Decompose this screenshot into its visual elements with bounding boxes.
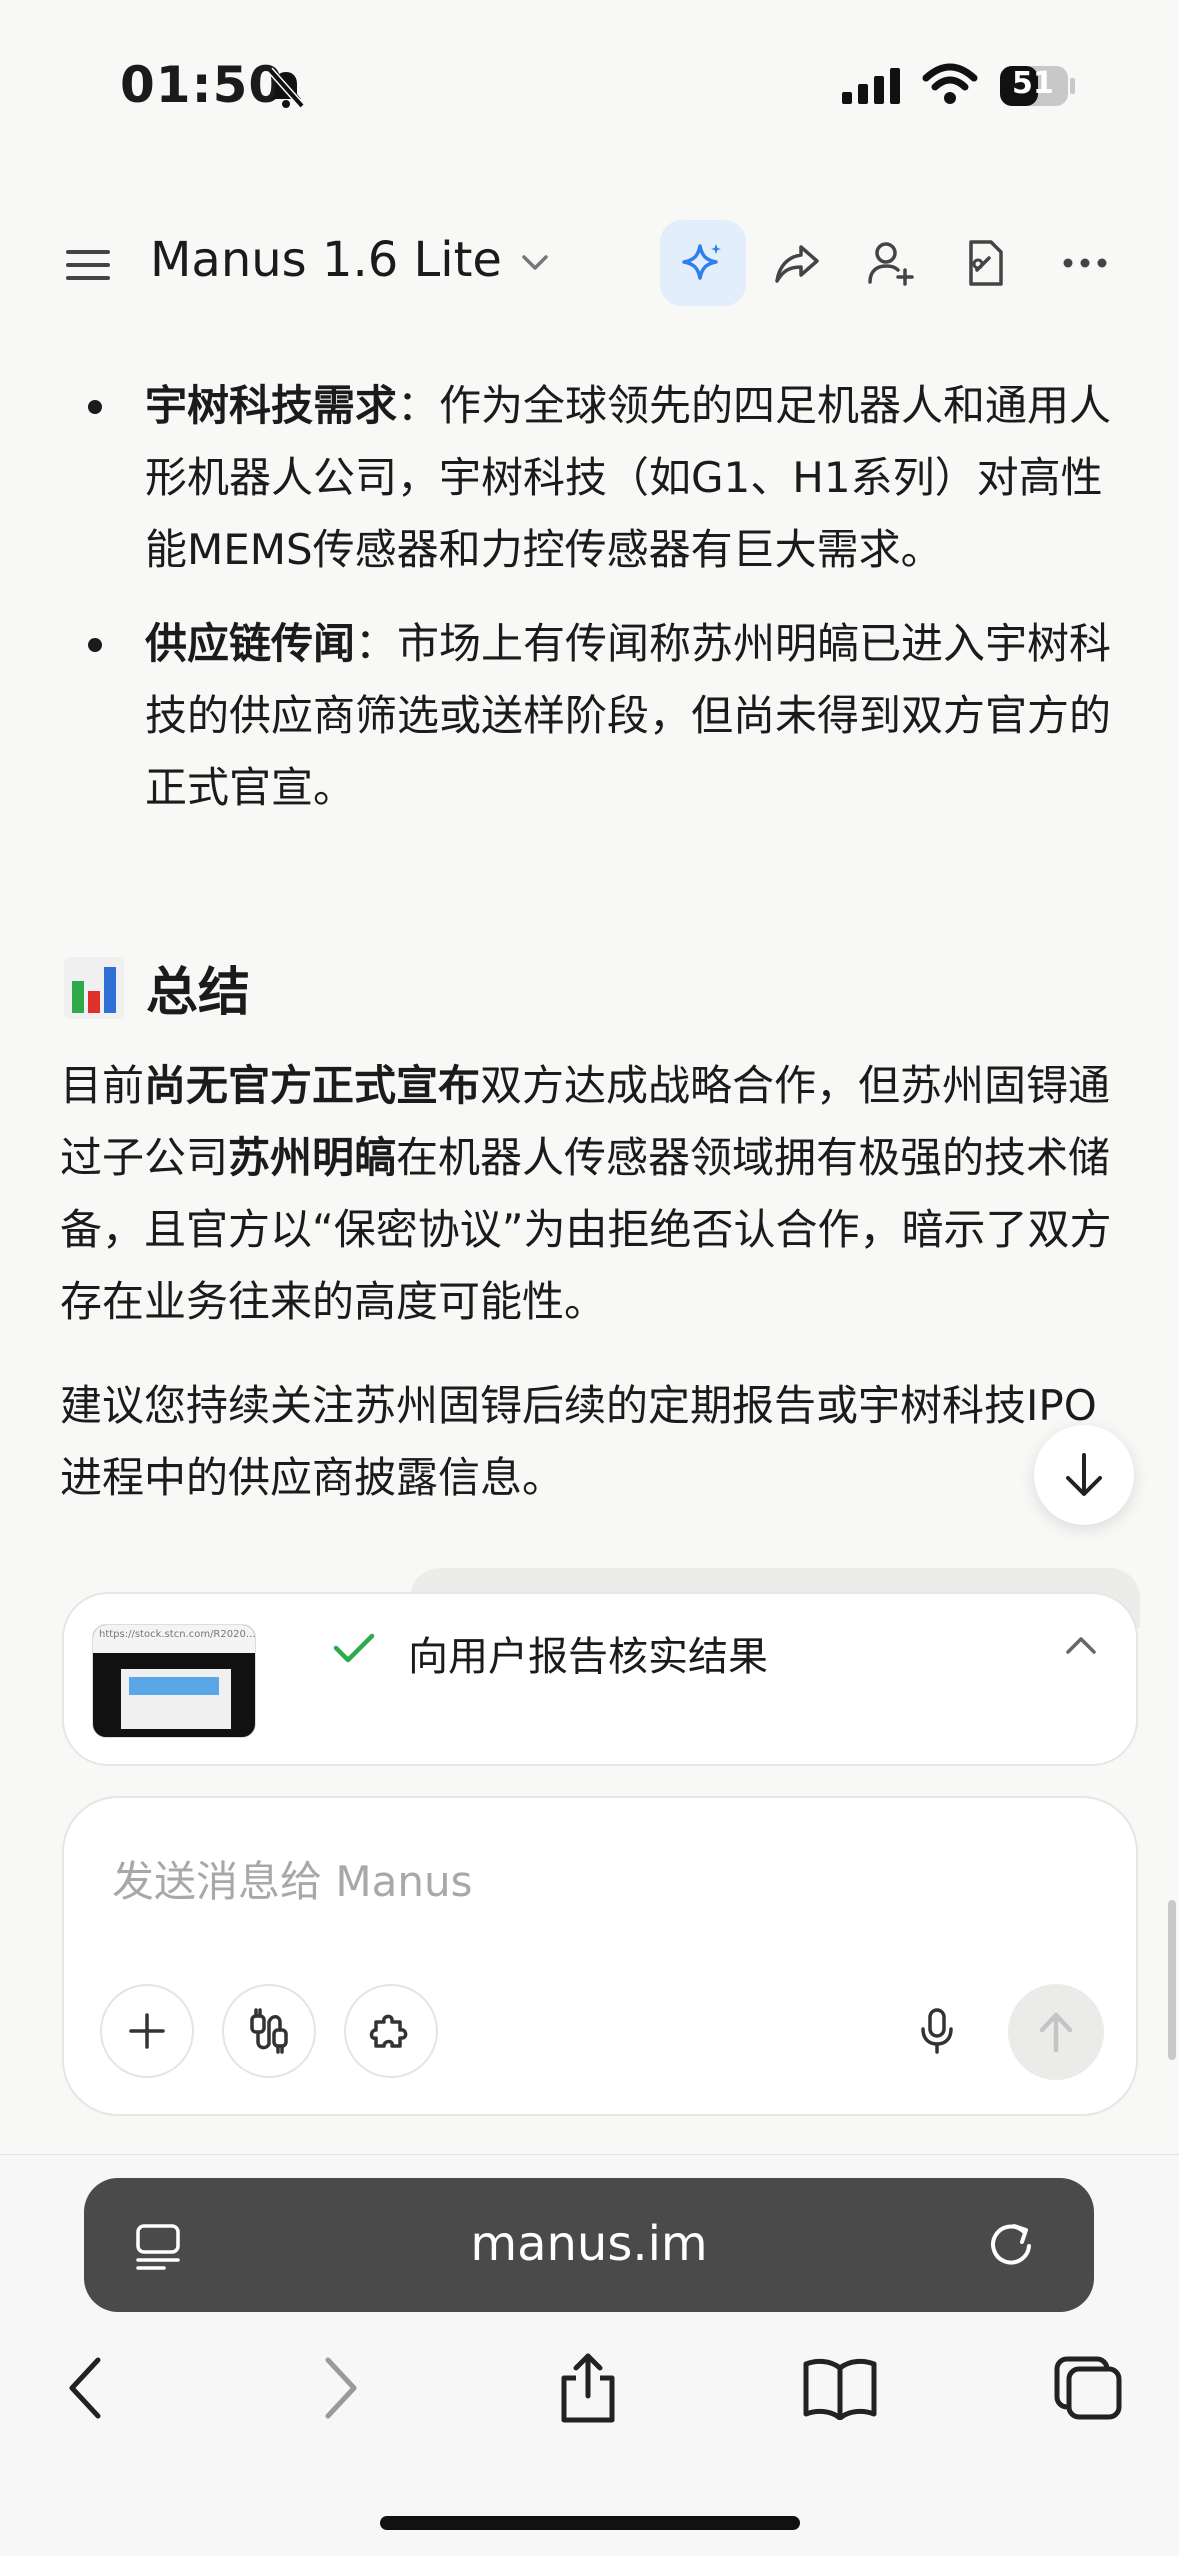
share-button[interactable] [754, 220, 840, 306]
reload-icon[interactable] [984, 2218, 1038, 2276]
suggestion-paragraph: 建议您持续关注苏州固锝后续的定期报告或宇树科技IPO进程中的供应商披露信息。 [60, 1381, 1097, 1502]
text-segment: 目前 [60, 1061, 145, 1110]
tabs-button[interactable] [1048, 2348, 1128, 2428]
battery-level: 51 [1012, 66, 1054, 101]
microphone-button[interactable] [904, 1998, 970, 2064]
section-title: 总结 [146, 963, 251, 1023]
thumbnail-url: https://stock.stcn.com/R2020... [93, 1625, 255, 1653]
share-icon [561, 2353, 615, 2423]
message-composer[interactable]: 发送消息给 Manus [62, 1796, 1138, 2116]
battery-icon: 51 [998, 64, 1078, 108]
bullet-list: 宇树科技需求：作为全球领先的四足机器人和通用人形机器人公司，宇树科技（如G1、H… [60, 370, 1120, 846]
more-button[interactable] [1042, 220, 1128, 306]
list-item: 供应链传闻：市场上有传闻称苏州明皜已进入宇树科技的供应商筛选或送样阶段，但尚未得… [60, 608, 1120, 824]
address-bar[interactable]: manus.im [84, 2178, 1094, 2312]
status-time: 01:50 [120, 56, 285, 114]
home-indicator[interactable] [380, 2516, 800, 2530]
browser-screenshot-thumbnail[interactable]: https://stock.stcn.com/R2020... [92, 1624, 256, 1738]
add-user-button[interactable] [848, 220, 934, 306]
cell-signal-icon [842, 66, 906, 110]
menu-icon[interactable] [64, 240, 114, 290]
bullet-title: 宇树科技需求 [145, 381, 398, 430]
add-attachment-button[interactable] [100, 1984, 194, 2078]
share-page-button[interactable] [548, 2348, 628, 2428]
task-status-card[interactable]: https://stock.stcn.com/R2020... 向用户报告核实结… [62, 1592, 1138, 1766]
share-arrow-icon [775, 245, 819, 283]
summary-paragraph: 目前尚无官方正式宣布双方达成战略合作，但苏州固锝通过子公司苏州明皜在机器人传感器… [60, 1050, 1130, 1338]
message-input[interactable]: 发送消息给 Manus [112, 1848, 472, 1909]
section-heading: 总结 [64, 950, 250, 1025]
check-icon [332, 1630, 376, 1670]
arrow-down-icon [1066, 1453, 1102, 1496]
tabs-icon [1054, 2356, 1122, 2420]
model-selector[interactable]: Manus 1.6 Lite [150, 232, 550, 288]
add-user-icon [868, 242, 914, 286]
send-button[interactable] [1008, 1984, 1104, 2080]
arrow-up-icon [1039, 2012, 1073, 2053]
chevron-left-icon [69, 2357, 101, 2419]
microphone-icon [921, 2008, 953, 2054]
chevron-up-icon[interactable] [1064, 1634, 1098, 1660]
model-name: Manus 1.6 Lite [150, 232, 502, 288]
chevron-down-icon [522, 255, 548, 270]
plus-icon [129, 2013, 165, 2049]
bookmarks-button[interactable] [800, 2348, 880, 2428]
chevron-right-icon [325, 2357, 357, 2419]
document-link-icon [969, 240, 1003, 286]
connectors-button[interactable] [222, 1984, 316, 2078]
text-bold: 苏州明皜 [228, 1133, 397, 1182]
forward-button[interactable] [300, 2348, 380, 2428]
bullet-title: 供应链传闻 [145, 619, 356, 668]
bell-muted-icon [262, 64, 310, 112]
integrations-button[interactable] [344, 1984, 438, 2078]
plug-connector-icon [250, 2008, 288, 2054]
bar-chart-icon [64, 956, 124, 1019]
text-bold: 尚无官方正式宣布 [144, 1061, 481, 1110]
back-button[interactable] [46, 2348, 126, 2428]
more-dots-icon [1063, 258, 1107, 268]
puzzle-icon [369, 2014, 408, 2048]
app-bar: Manus 1.6 Lite [0, 210, 1179, 320]
list-item: 宇树科技需求：作为全球领先的四足机器人和通用人形机器人公司，宇树科技（如G1、H… [60, 370, 1120, 586]
book-icon [803, 2358, 877, 2420]
page-scrollbar[interactable] [1168, 1900, 1176, 2060]
sparkle-button[interactable] [660, 220, 746, 306]
thumbnail-page [121, 1669, 231, 1729]
url-text[interactable]: manus.im [84, 2216, 1094, 2272]
scroll-to-bottom-button[interactable] [1034, 1425, 1134, 1525]
file-button[interactable] [942, 220, 1028, 306]
sparkle-icon [682, 244, 721, 280]
status-bar: 01:50 51 [0, 0, 1179, 170]
task-label: 向用户报告核实结果 [408, 1634, 768, 1680]
wifi-icon [922, 62, 978, 112]
